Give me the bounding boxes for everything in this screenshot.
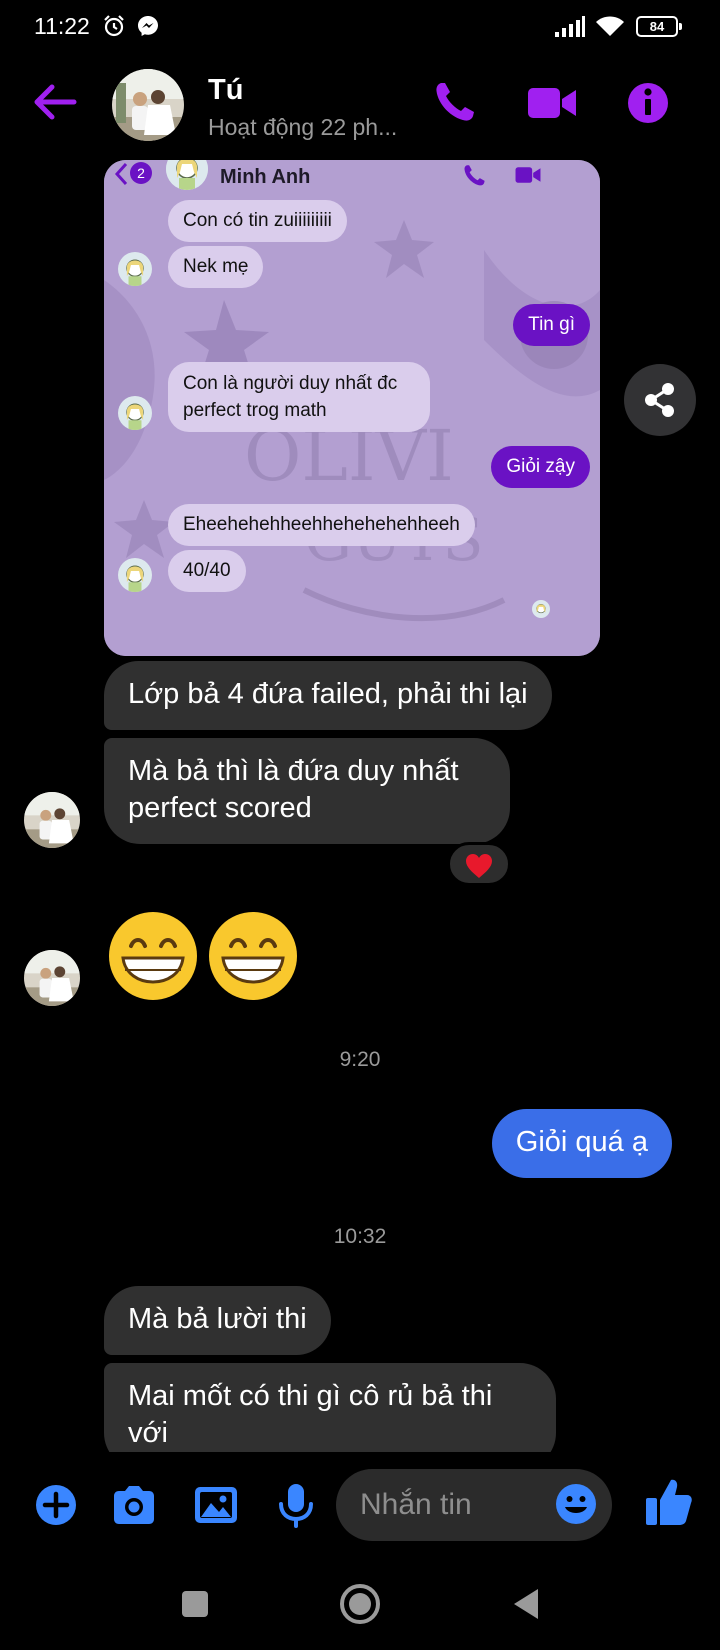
alarm-icon bbox=[104, 15, 124, 37]
inner-bubble-received: Con có tin zuiiiiiiiii bbox=[168, 200, 347, 242]
inner-bubble-received: Nek mẹ bbox=[168, 246, 264, 288]
sender-avatar[interactable] bbox=[24, 792, 80, 848]
inner-bubble-sent: Giỏi zậy bbox=[491, 446, 590, 488]
emoji-icon[interactable] bbox=[555, 1483, 597, 1525]
back-triangle-icon[interactable] bbox=[502, 1580, 550, 1628]
phone-icon[interactable] bbox=[428, 78, 484, 128]
timestamp: 9:20 bbox=[339, 1048, 381, 1071]
messenger-icon bbox=[138, 16, 158, 36]
system-navigation-bar bbox=[0, 1560, 720, 1650]
message-bubble-received[interactable]: Mà bả thì là đứa duy nhất perfect scored bbox=[104, 738, 510, 844]
battery-indicator: 84 bbox=[636, 16, 682, 37]
message-bubble-received[interactable]: Lớp bả 4 đứa failed, phải thi lại bbox=[104, 661, 552, 730]
back-arrow-icon[interactable] bbox=[30, 80, 80, 124]
home-circle-icon[interactable] bbox=[336, 1580, 384, 1628]
plus-icon[interactable] bbox=[32, 1482, 80, 1528]
thumbs-up-icon[interactable] bbox=[644, 1476, 694, 1528]
inner-back-icon bbox=[114, 162, 128, 186]
inner-chat-header: 2 Minh Anh bbox=[104, 160, 600, 190]
inner-bubble-received: Eheehehehheehhehehehehheeh bbox=[168, 504, 475, 546]
inner-sender-avatar bbox=[118, 558, 152, 592]
wifi-icon bbox=[596, 16, 624, 36]
inner-seen-avatar bbox=[532, 600, 550, 618]
microphone-icon[interactable] bbox=[272, 1482, 320, 1528]
camera-icon[interactable] bbox=[110, 1482, 158, 1528]
sender-avatar[interactable] bbox=[24, 950, 80, 1006]
grinning-face-emoji[interactable] bbox=[107, 910, 199, 1002]
message-composer bbox=[0, 1462, 720, 1548]
contact-active-status: Hoạt động 22 ph... bbox=[208, 114, 398, 140]
status-bar: 11:22 84 bbox=[0, 0, 720, 54]
share-button[interactable] bbox=[624, 364, 696, 436]
inner-bubble-sent: Tin gì bbox=[513, 304, 590, 346]
inner-phone-icon bbox=[464, 165, 485, 186]
heart-icon bbox=[466, 854, 492, 878]
shared-screenshot-image[interactable]: OLIVI GUTS 2 Minh Anh Con có tin zuiiiii… bbox=[104, 160, 600, 656]
inner-contact-avatar bbox=[166, 160, 208, 190]
inner-unread-badge: 2 bbox=[130, 162, 152, 184]
share-icon bbox=[645, 383, 674, 417]
message-bubble-sent[interactable]: Giỏi quá ạ bbox=[491, 1109, 672, 1178]
video-call-icon[interactable] bbox=[524, 78, 580, 128]
contact-name: Tú bbox=[208, 74, 244, 106]
chat-header: Tú Hoạt động 22 ph... bbox=[0, 60, 720, 150]
inner-contact-name: Minh Anh bbox=[220, 166, 311, 188]
heart-reaction[interactable] bbox=[447, 842, 511, 886]
info-icon[interactable] bbox=[620, 78, 676, 128]
gallery-icon[interactable] bbox=[192, 1482, 240, 1528]
timestamp: 10:32 bbox=[333, 1225, 387, 1248]
inner-sender-avatar bbox=[118, 396, 152, 430]
inner-sender-avatar bbox=[118, 252, 152, 286]
message-bubble-received[interactable]: Mà bả lười thi bbox=[104, 1286, 331, 1355]
message-list: OLIVI GUTS 2 Minh Anh Con có tin zuiiiii… bbox=[0, 150, 720, 1452]
inner-bubble-received: Con là người duy nhất đc perfect trog ma… bbox=[168, 362, 430, 432]
inner-bubble-received: 40/40 bbox=[168, 550, 246, 592]
inner-video-icon bbox=[515, 167, 541, 183]
signal-icon bbox=[555, 16, 585, 37]
contact-avatar[interactable] bbox=[112, 69, 184, 141]
status-time: 11:22 bbox=[34, 13, 90, 39]
recents-square-icon[interactable] bbox=[171, 1580, 219, 1628]
grinning-face-emoji[interactable] bbox=[207, 910, 299, 1002]
message-bubble-received[interactable]: Mai mốt có thi gì cô rủ bả thi với bbox=[104, 1363, 556, 1452]
